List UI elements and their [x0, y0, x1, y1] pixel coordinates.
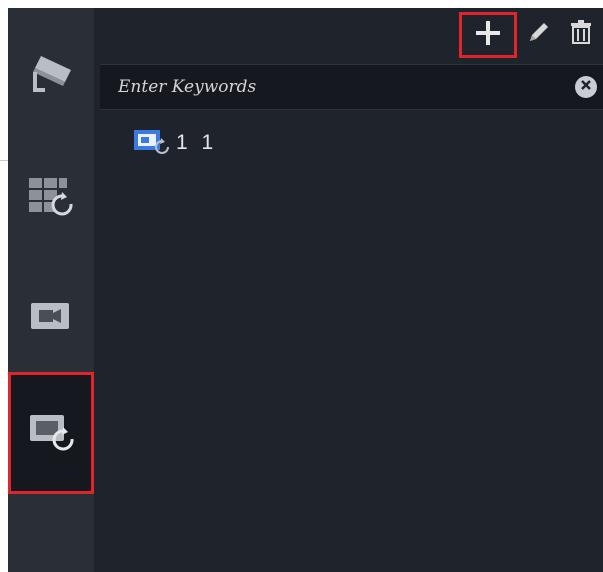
app-window: 1 1 — [8, 8, 603, 572]
video-camera-icon — [29, 299, 73, 338]
pencil-icon — [526, 19, 552, 50]
close-icon — [580, 78, 592, 96]
search-input[interactable] — [100, 64, 575, 110]
tree-item-label: 1 1 — [176, 131, 218, 154]
main-panel: 1 1 — [94, 8, 603, 572]
clear-search-button[interactable] — [575, 76, 597, 98]
plus-icon — [474, 19, 502, 52]
grid-playback-icon — [27, 174, 75, 223]
toolbar — [443, 8, 603, 58]
sidebar-item-camera[interactable] — [8, 26, 94, 126]
sidebar — [8, 8, 94, 572]
add-button[interactable] — [459, 12, 517, 58]
sidebar-item-view-playback[interactable] — [8, 148, 94, 248]
window-playback-icon — [28, 409, 76, 458]
tree-item[interactable]: 1 1 — [132, 128, 217, 158]
delete-button[interactable] — [561, 14, 601, 54]
edge-tick — [0, 160, 8, 161]
trash-icon — [569, 19, 593, 50]
edit-button[interactable] — [519, 14, 559, 54]
search-bar — [100, 64, 603, 110]
sidebar-item-playback[interactable] — [8, 372, 94, 494]
playback-view-icon — [132, 127, 172, 160]
sidebar-item-video[interactable] — [8, 268, 94, 368]
security-camera-icon — [25, 52, 77, 101]
